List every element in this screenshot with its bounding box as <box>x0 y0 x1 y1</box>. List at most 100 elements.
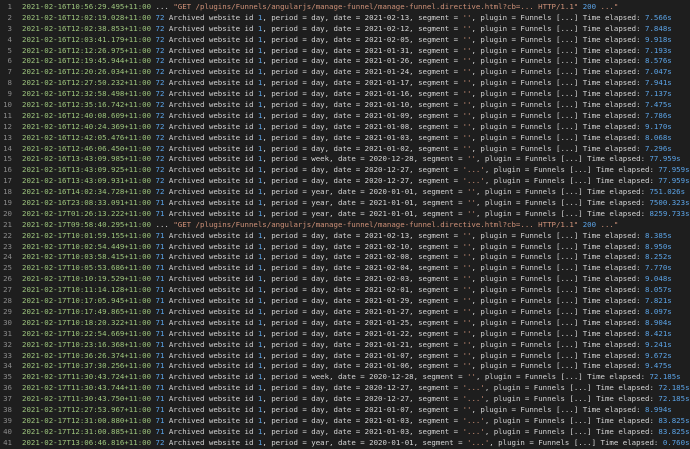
label: , segment = <box>409 132 463 142</box>
log-line[interactable]: 40 2021-02-17T12:31:00.885+11:00 71 Archi… <box>0 427 690 438</box>
log-text: 2021-02-16T12:03:41.179+11:00 72 Archive… <box>22 35 672 46</box>
log-text: 2021-02-16T12:40:24.369+11:00 72 Archive… <box>22 122 672 133</box>
timestamp: 2021-02-16T12:46:06.450+11:00 <box>22 143 152 153</box>
log-line[interactable]: 14 2021-02-16T12:46:06.450+11:00 72 Archi… <box>0 144 690 155</box>
label: , period = <box>262 56 312 66</box>
label: Archived website id <box>164 230 258 240</box>
line-number: 33 <box>3 350 12 360</box>
log-line[interactable]: 25 2021-02-17T10:05:53.686+11:00 71 Archi… <box>0 263 690 274</box>
label: , date = <box>324 143 365 153</box>
elapsed: 83.825s <box>658 415 690 425</box>
label: , segment = <box>413 208 468 218</box>
label: Archived website id <box>164 154 258 164</box>
line-number: 35 <box>3 372 12 382</box>
elapsed: 72.185s <box>658 383 690 393</box>
line-number: 12 <box>3 121 12 131</box>
log-line[interactable]: 17 2021-02-16T13:43:09.931+11:00 72 Archi… <box>0 176 690 187</box>
date: 2021-02-03 <box>364 274 410 284</box>
log-line[interactable]: 6 2021-02-16T12:19:45.944+11:00 72 Archiv… <box>0 56 690 67</box>
log-line[interactable]: 5 2021-02-16T12:12:26.975+11:00 72 Archiv… <box>0 46 690 57</box>
log-line[interactable]: 34 2021-02-17T10:37:30.256+11:00 71 Archi… <box>0 361 690 372</box>
date: 2021-01-06 <box>364 361 410 371</box>
elapsed: 7.137s <box>645 89 672 99</box>
period: day <box>311 383 325 393</box>
label: , segment = <box>409 394 463 404</box>
label: , date = <box>324 404 365 414</box>
label: , plugin = Funnels [...] Time elapsed: <box>471 361 646 371</box>
log-line[interactable]: 35 2021-02-17T11:30:43.724+11:00 71 Archi… <box>0 372 690 383</box>
log-line[interactable]: 19 2021-02-16T23:08:33.091+11:00 71 Archi… <box>0 198 690 209</box>
period: day <box>311 45 325 55</box>
log-line[interactable]: 22 2021-02-17T10:01:59.155+11:00 71 Archi… <box>0 231 690 242</box>
log-line[interactable]: 29 2021-02-17T10:17:49.865+11:00 71 Archi… <box>0 307 690 318</box>
elapsed: 7.566s <box>645 12 672 22</box>
log-line[interactable]: 7 2021-02-16T12:20:26.034+11:00 72 Archiv… <box>0 67 690 78</box>
log-line[interactable]: 21 2021-02-17T09:58:40.295+11:00 ... "GET… <box>0 220 690 231</box>
label: Archived website id <box>164 110 258 120</box>
timestamp: 2021-02-16T12:02:19.028+11:00 <box>22 12 152 22</box>
log-line[interactable]: 4 2021-02-16T12:03:41.179+11:00 72 Archiv… <box>0 35 690 46</box>
log-text: 2021-02-17T10:36:26.374+11:00 71 Archive… <box>22 351 672 362</box>
log-line[interactable]: 33 2021-02-17T10:36:26.374+11:00 71 Archi… <box>0 351 690 362</box>
log-line[interactable]: 3 2021-02-16T12:02:38.853+11:00 72 Archiv… <box>0 24 690 35</box>
label: , plugin = Funnels [...] Time elapsed: <box>471 350 646 360</box>
timestamp: 2021-02-16T12:02:38.853+11:00 <box>22 23 152 33</box>
log-line[interactable]: 12 2021-02-16T12:40:24.369+11:00 72 Archi… <box>0 122 690 133</box>
log-line[interactable]: 8 2021-02-16T12:27:50.232+11:00 72 Archiv… <box>0 78 690 89</box>
log-line[interactable]: 15 2021-02-16T13:43:09.985+11:00 72 Archi… <box>0 154 690 165</box>
label: , period = <box>262 383 312 393</box>
log-line[interactable]: 26 2021-02-17T10:10:19.529+11:00 71 Archi… <box>0 274 690 285</box>
timestamp: 2021-02-17T01:26:13.222+11:00 <box>22 208 152 218</box>
log-text: 2021-02-17T10:10:19.529+11:00 71 Archive… <box>22 274 672 285</box>
log-line[interactable]: 10 2021-02-16T12:35:16.742+11:00 72 Archi… <box>0 100 690 111</box>
segment: '' <box>467 198 476 208</box>
timestamp: 2021-02-16T12:32:58.498+11:00 <box>22 89 152 99</box>
label: Archived website id <box>164 317 258 327</box>
ellipsis: ... <box>155 2 169 11</box>
line-number: 27 <box>3 285 12 295</box>
label: , plugin = Funnels [...] Time elapsed: <box>475 372 650 382</box>
log-line[interactable]: 9 2021-02-16T12:32:58.498+11:00 72 Archiv… <box>0 89 690 100</box>
log-text: 2021-02-16T14:02:34.728+11:00 72 Archive… <box>22 187 685 198</box>
date: 2021-02-04 <box>364 263 410 273</box>
log-text: 2021-02-17T10:18:20.322+11:00 71 Archive… <box>22 318 672 329</box>
line-number: 15 <box>3 154 12 164</box>
log-line[interactable]: 28 2021-02-17T10:17:05.945+11:00 71 Archi… <box>0 296 690 307</box>
period: day <box>311 350 325 360</box>
label: , plugin = Funnels [...] Time elapsed: <box>484 176 659 186</box>
log-line[interactable]: 18 2021-02-16T14:02:34.728+11:00 72 Archi… <box>0 187 690 198</box>
log-line[interactable]: 30 2021-02-17T10:18:20.322+11:00 71 Archi… <box>0 318 690 329</box>
label: , period = <box>262 143 312 153</box>
log-line[interactable]: 38 2021-02-17T12:27:53.967+11:00 71 Archi… <box>0 405 690 416</box>
line-number: 5 <box>7 45 12 55</box>
label: , plugin = Funnels [...] Time elapsed: <box>484 426 659 436</box>
log-line[interactable]: 13 2021-02-16T12:42:05.476+11:00 72 Archi… <box>0 133 690 144</box>
period: day <box>311 89 325 99</box>
log-line[interactable]: 1 2021-02-16T10:56:29.495+11:00 ... "GET … <box>0 2 690 13</box>
log-line[interactable]: 41 2021-02-17T13:06:46.816+11:00 72 Archi… <box>0 438 690 449</box>
log-line[interactable]: 36 2021-02-17T11:30:43.744+11:00 71 Archi… <box>0 383 690 394</box>
timestamp: 2021-02-16T10:56:29.495+11:00 <box>22 2 152 11</box>
log-line[interactable]: 23 2021-02-17T10:02:54.449+11:00 71 Archi… <box>0 242 690 253</box>
label: , period = <box>262 274 312 284</box>
log-viewer[interactable]: 1 2021-02-16T10:56:29.495+11:00 ... "GET … <box>0 2 690 447</box>
log-line[interactable]: 11 2021-02-16T12:40:08.609+11:00 72 Archi… <box>0 111 690 122</box>
log-line[interactable]: 20 2021-02-17T01:26:13.222+11:00 71 Archi… <box>0 209 690 220</box>
timestamp: 2021-02-17T12:31:00.885+11:00 <box>22 426 152 436</box>
log-line[interactable]: 39 2021-02-17T12:31:00.880+11:00 71 Archi… <box>0 416 690 427</box>
log-line[interactable]: 27 2021-02-17T10:11:14.128+11:00 71 Archi… <box>0 285 690 296</box>
log-text: 2021-02-17T10:17:49.865+11:00 71 Archive… <box>22 307 672 318</box>
label: , segment = <box>409 274 463 284</box>
label: , plugin = Funnels [...] Time elapsed: <box>471 121 646 131</box>
log-line[interactable]: 24 2021-02-17T10:03:58.415+11:00 71 Archi… <box>0 252 690 263</box>
timestamp: 2021-02-16T14:02:34.728+11:00 <box>22 187 152 197</box>
log-line[interactable]: 31 2021-02-17T10:22:54.669+11:00 71 Archi… <box>0 329 690 340</box>
period: year <box>311 437 330 447</box>
log-line[interactable]: 37 2021-02-17T11:30:43.750+11:00 71 Archi… <box>0 394 690 405</box>
log-line[interactable]: 32 2021-02-17T10:23:16.368+11:00 71 Archi… <box>0 340 690 351</box>
line-number: 4 <box>7 34 12 44</box>
log-text: 2021-02-16T12:27:50.232+11:00 72 Archive… <box>22 78 672 89</box>
timestamp: 2021-02-16T23:08:33.091+11:00 <box>22 198 152 208</box>
log-line[interactable]: 16 2021-02-16T13:43:09.925+11:00 72 Archi… <box>0 165 690 176</box>
log-line[interactable]: 2 2021-02-16T12:02:19.028+11:00 72 Archiv… <box>0 13 690 24</box>
